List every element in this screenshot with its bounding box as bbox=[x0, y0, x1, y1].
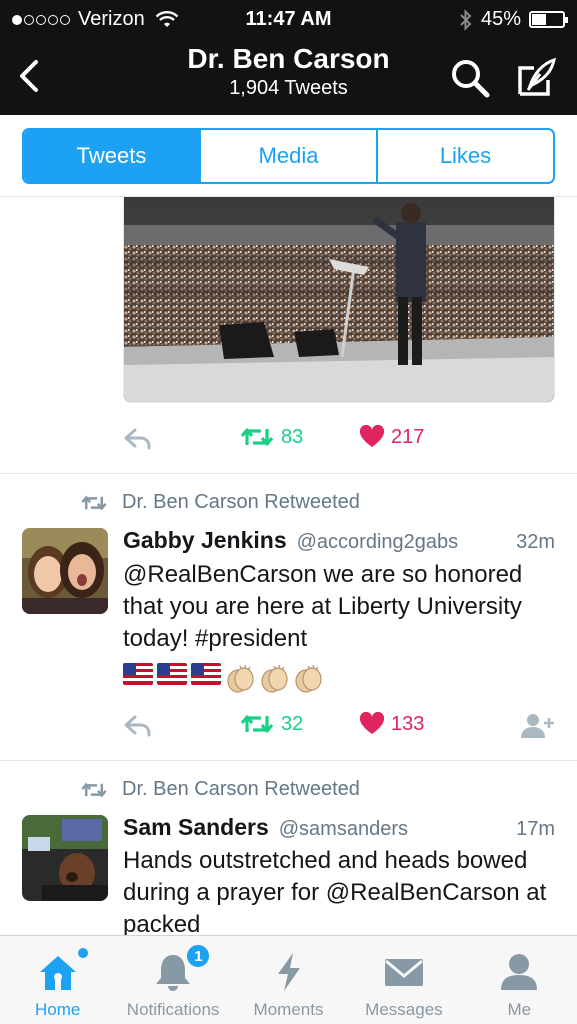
avatar[interactable] bbox=[22, 815, 108, 901]
clapping-hands-icon bbox=[227, 664, 254, 693]
tweet-text[interactable]: @RealBenCarson we are so honored that yo… bbox=[123, 559, 563, 655]
tab-moments[interactable]: Moments bbox=[231, 936, 346, 1024]
like-count: 133 bbox=[391, 712, 425, 735]
navigation-header: Verizon 11:47 AM 45% Dr. Ben Carson 1,90… bbox=[0, 0, 577, 115]
tab-messages[interactable]: Messages bbox=[346, 936, 461, 1024]
new-content-dot bbox=[78, 948, 88, 958]
tweet-divider bbox=[0, 473, 577, 474]
tweet-actions: 32 133 bbox=[123, 712, 563, 742]
tab-notifications[interactable]: 1 Notifications bbox=[115, 936, 230, 1024]
notification-badge: 1 bbox=[185, 943, 212, 969]
like-count: 217 bbox=[391, 425, 425, 448]
tab-tweets[interactable]: Tweets bbox=[24, 130, 201, 182]
tweet-header: Gabby Jenkins @according2gabs 32m bbox=[123, 527, 555, 554]
tweet-divider bbox=[0, 760, 577, 761]
lightning-icon bbox=[277, 953, 300, 991]
heart-icon bbox=[359, 712, 385, 734]
like-button[interactable]: 133 bbox=[359, 712, 424, 736]
tab-likes[interactable]: Likes bbox=[378, 130, 553, 182]
us-flag-icon bbox=[157, 663, 187, 685]
tweet-timestamp: 32m bbox=[516, 531, 555, 553]
compose-tweet-icon[interactable] bbox=[514, 56, 558, 100]
tweet-feed[interactable]: 83 217 Dr. Ben Carson Retweeted Gabby Je… bbox=[0, 197, 577, 935]
bluetooth-icon bbox=[460, 8, 472, 31]
retweet-icon bbox=[240, 428, 274, 446]
like-button[interactable]: 217 bbox=[359, 425, 424, 449]
reply-icon[interactable] bbox=[123, 427, 153, 451]
retweet-button[interactable]: 32 bbox=[239, 712, 303, 736]
retweeted-by-text: Dr. Ben Carson Retweeted bbox=[122, 778, 360, 800]
tab-home[interactable]: Home bbox=[0, 936, 115, 1024]
author-handle[interactable]: @samsanders bbox=[279, 818, 408, 841]
status-bar: Verizon 11:47 AM 45% bbox=[0, 0, 577, 38]
clapping-hands-icon bbox=[295, 664, 322, 693]
tab-label: Moments bbox=[253, 1000, 324, 1019]
author-name[interactable]: Gabby Jenkins bbox=[123, 527, 287, 554]
retweet-button[interactable]: 83 bbox=[239, 425, 303, 449]
battery-icon bbox=[529, 11, 568, 28]
person-icon bbox=[501, 954, 538, 990]
tweet-actions: 83 217 bbox=[123, 425, 563, 455]
tab-label: Me bbox=[507, 1000, 532, 1019]
search-icon[interactable] bbox=[448, 56, 492, 100]
battery-percent: 45% bbox=[480, 8, 521, 30]
author-handle[interactable]: @according2gabs bbox=[297, 531, 459, 554]
clapping-hands-icon bbox=[261, 664, 288, 693]
retweeted-by-line[interactable]: Dr. Ben Carson Retweeted bbox=[80, 778, 360, 801]
profile-tabs-bar: Tweets Media Likes bbox=[0, 115, 577, 197]
reply-icon[interactable] bbox=[123, 714, 153, 738]
tab-label: Notifications bbox=[126, 1000, 220, 1019]
tab-me[interactable]: Me bbox=[462, 936, 577, 1024]
bottom-tab-bar: Home 1 Notifications Moments Messages Me bbox=[0, 935, 577, 1024]
tab-label: Home bbox=[35, 1000, 81, 1019]
follow-user-icon[interactable] bbox=[519, 712, 555, 740]
us-flag-icon bbox=[123, 663, 153, 685]
retweet-count: 83 bbox=[281, 425, 304, 448]
arena-photo bbox=[124, 197, 554, 402]
tweet-photo[interactable] bbox=[123, 197, 555, 403]
status-right: 45% bbox=[459, 8, 568, 31]
tweet-text[interactable]: Hands outstretched and heads bowed durin… bbox=[123, 845, 563, 935]
retweeted-by-text: Dr. Ben Carson Retweeted bbox=[122, 491, 360, 513]
emoji-row bbox=[123, 663, 323, 693]
tab-label: Messages bbox=[365, 1000, 443, 1019]
retweet-count: 32 bbox=[281, 712, 304, 735]
avatar[interactable] bbox=[22, 528, 108, 614]
us-flag-icon bbox=[191, 663, 221, 685]
author-name[interactable]: Sam Sanders bbox=[123, 814, 269, 841]
retweet-small-icon bbox=[81, 495, 107, 510]
retweet-small-icon bbox=[81, 782, 107, 797]
segmented-control: Tweets Media Likes bbox=[22, 128, 555, 184]
tweet-timestamp: 17m bbox=[516, 818, 555, 840]
tweet-header: Sam Sanders @samsanders 17m bbox=[123, 814, 555, 841]
tab-media[interactable]: Media bbox=[201, 130, 378, 182]
home-icon bbox=[39, 956, 76, 990]
heart-icon bbox=[359, 425, 385, 447]
envelope-icon bbox=[384, 959, 423, 986]
retweeted-by-line[interactable]: Dr. Ben Carson Retweeted bbox=[80, 491, 360, 514]
retweet-icon bbox=[240, 715, 274, 733]
